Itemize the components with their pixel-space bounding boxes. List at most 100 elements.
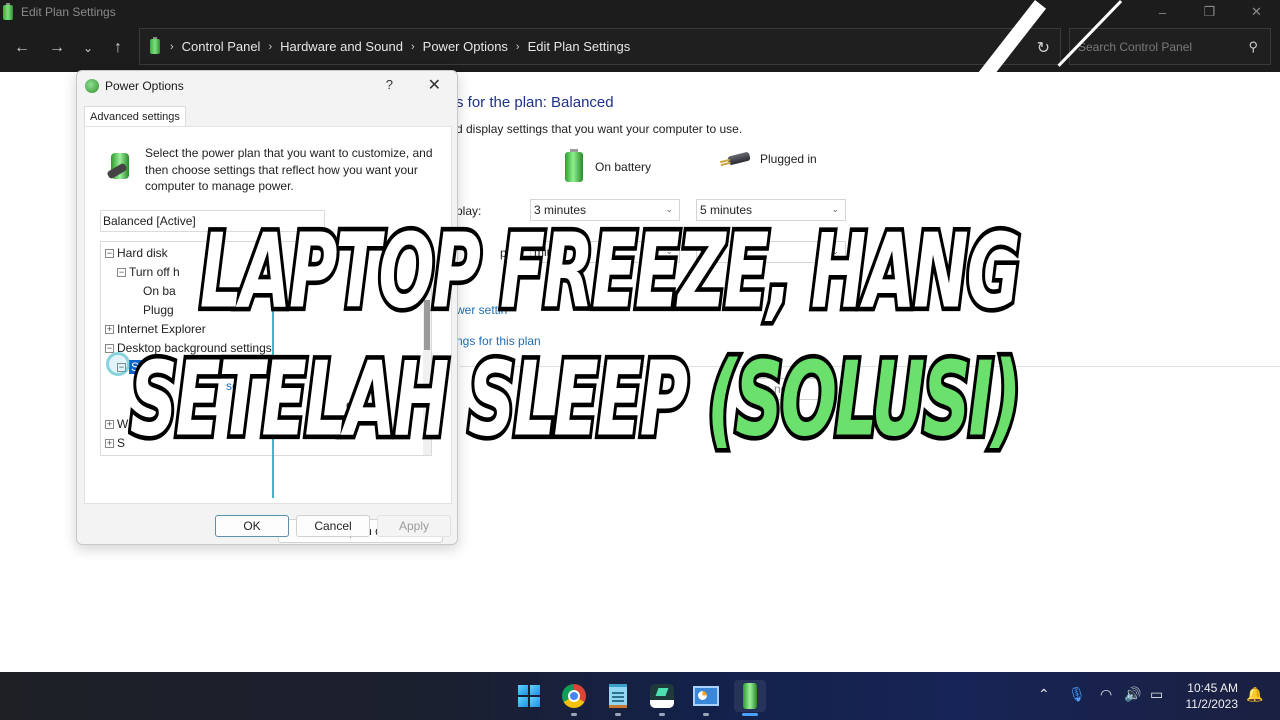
tree-item-label: Internet Explorer	[117, 322, 206, 336]
plugged-in-header: Plugged in	[720, 152, 817, 166]
power-options-app-icon	[3, 3, 15, 20]
power-plan-select[interactable]: Balanced [Active]	[100, 210, 325, 232]
microphone-icon[interactable]: 🎙	[1068, 686, 1086, 703]
window-title: Edit Plan Settings	[21, 5, 116, 19]
intro-text: Select the power plan that you want to c…	[145, 146, 433, 193]
search-icon[interactable]: ⚲	[1248, 39, 1258, 55]
show-hidden-icons-chevron-icon[interactable]: ⌃	[1038, 686, 1050, 703]
tree-item-wireless-adapter[interactable]: + W	[105, 415, 128, 433]
taskbar-filmora[interactable]	[646, 680, 678, 716]
collapse-icon[interactable]: −	[105, 248, 114, 258]
volume-icon[interactable]: 🔊	[1124, 686, 1141, 703]
breadcrumb-separator: ›	[515, 40, 520, 53]
apply-button[interactable]: Apply	[377, 515, 451, 537]
divider	[460, 366, 1280, 367]
forward-arrow-icon[interactable]: →	[45, 36, 69, 60]
refresh-icon[interactable]: ↻	[1037, 38, 1050, 58]
scrollbar-thumb[interactable]	[424, 300, 430, 350]
select-value: 5	[700, 245, 707, 259]
cursor-trail-line	[272, 260, 274, 498]
tree-item-sleep[interactable]: + S	[105, 434, 125, 452]
chrome-icon	[562, 684, 586, 708]
search-input[interactable]: Search Control Panel ⚲	[1069, 28, 1271, 65]
power-options-icon	[743, 683, 757, 709]
power-options-dialog: Power Options ? ✕ Advanced settings Sele…	[76, 70, 458, 545]
settings-tree[interactable]: − Hard disk − Turn off h On ba Plugg + Inte…	[100, 241, 432, 456]
tree-item-desktop-background[interactable]: − Desktop background settings	[105, 339, 272, 357]
expand-icon[interactable]: +	[105, 419, 114, 429]
clock[interactable]: 10:45 AM 11/2/2023	[1180, 680, 1239, 712]
tree-item-label: On ba	[143, 284, 176, 298]
collapse-icon[interactable]: −	[105, 343, 114, 353]
close-button[interactable]: ✕	[1233, 0, 1280, 24]
recent-locations-chevron-icon[interactable]: ⌄	[76, 36, 100, 60]
windows-logo-icon	[518, 685, 540, 707]
tree-scrollbar[interactable]	[423, 242, 431, 455]
ok-button[interactable]: OK	[215, 515, 289, 537]
breadcrumb-separator: ›	[410, 40, 415, 53]
breadcrumb-power-options[interactable]: Power Options	[423, 39, 508, 54]
tree-item-hard-disk[interactable]: − Hard disk	[105, 244, 168, 262]
select-value: 5 minutes	[700, 203, 753, 217]
maximize-button[interactable]: ❐	[1186, 0, 1233, 24]
tree-item-label: o	[346, 398, 353, 412]
chevron-down-icon: ⌄	[831, 246, 839, 256]
expand-icon[interactable]: +	[105, 324, 114, 334]
collapse-icon[interactable]: −	[117, 267, 126, 277]
wifi-icon[interactable]: ◠	[1100, 686, 1112, 703]
breadcrumb-separator: ›	[268, 40, 273, 53]
taskbar-power-options[interactable]	[734, 680, 766, 716]
restore-default-settings-link[interactable]: ngs for this plan	[456, 334, 541, 348]
clock-time: 10:45 AM	[1187, 681, 1238, 695]
sleep-battery-select[interactable]: mir ⌄	[530, 241, 680, 263]
dialog-close-button[interactable]: ✕	[428, 75, 441, 95]
save-changes-button[interactable]: Sa ng	[745, 378, 835, 400]
taskbar-chrome[interactable]	[558, 680, 590, 716]
sleep-label: p:	[500, 246, 511, 260]
breadcrumb-edit-plan-settings[interactable]: Edit Plan Settings	[528, 39, 631, 54]
expand-icon[interactable]: +	[105, 438, 114, 448]
tree-item-paused[interactable]: sed	[226, 377, 245, 395]
on-battery-label: On battery	[595, 160, 652, 174]
tab-advanced-settings[interactable]: Advanced settings	[84, 106, 186, 127]
change-advanced-power-settings-link[interactable]: wer settin	[456, 303, 507, 317]
help-button[interactable]: ?	[386, 77, 393, 92]
breadcrumb-control-panel[interactable]: Control Panel	[182, 39, 261, 54]
taskbar-control-panel[interactable]	[690, 680, 722, 716]
window-controls: – ❐ ✕	[1139, 0, 1280, 24]
plan-heading: s for the plan: Balanced	[456, 94, 614, 111]
tree-item-internet-explorer[interactable]: + Internet Explorer	[105, 320, 206, 338]
start-button[interactable]	[513, 680, 545, 712]
tree-item-label: Sl	[129, 360, 144, 374]
cancel-button[interactable]: Cancel	[296, 515, 370, 537]
back-arrow-icon[interactable]: ←	[10, 36, 34, 60]
tree-item-label: Plugg	[143, 303, 174, 317]
select-value: 3 minutes	[534, 203, 587, 217]
tree-item-label: Hard disk	[117, 246, 168, 260]
notification-bell-icon[interactable]: 🔔	[1246, 686, 1263, 703]
taskbar: ⌃ 🎙 ◠ 🔊 ▭ 10:45 AM 11/2/2023 🔔	[0, 672, 1280, 720]
display-off-battery-select[interactable]: 3 minutes ⌄	[530, 199, 680, 221]
advanced-settings-panel: Select the power plan that you want to c…	[84, 126, 452, 543]
battery-icon[interactable]: ▭	[1150, 686, 1163, 703]
on-battery-header: On battery	[565, 149, 652, 182]
tree-item-on-battery[interactable]: On ba	[143, 282, 176, 300]
clock-date: 11/2/2023	[1185, 697, 1239, 711]
taskbar-notepad[interactable]	[602, 680, 634, 716]
tree-item-turn-off-hard-disk[interactable]: − Turn off h	[117, 263, 180, 281]
breadcrumb-hardware-and-sound[interactable]: Hardware and Sound	[280, 39, 403, 54]
tree-item-label: Desktop background settings	[117, 341, 272, 355]
tree-item-setting[interactable]: o	[346, 396, 353, 414]
address-bar[interactable]: › Control Panel › Hardware and Sound › P…	[139, 28, 1061, 65]
tree-item-label: S	[117, 436, 126, 450]
minimize-button[interactable]: –	[1139, 0, 1186, 24]
up-arrow-icon[interactable]: ↑	[106, 36, 130, 60]
tree-item-label: Turn off h	[129, 265, 180, 279]
tree-item-plugged-in[interactable]: Plugg	[143, 301, 174, 319]
chevron-down-icon: ⌄	[665, 204, 673, 214]
display-off-plugged-select[interactable]: 5 minutes ⌄	[696, 199, 846, 221]
dialog-title: Power Options	[105, 79, 184, 93]
click-indicator	[106, 352, 130, 376]
sleep-plugged-select[interactable]: 5 ⌄	[696, 241, 846, 263]
notepad-icon	[609, 684, 627, 708]
